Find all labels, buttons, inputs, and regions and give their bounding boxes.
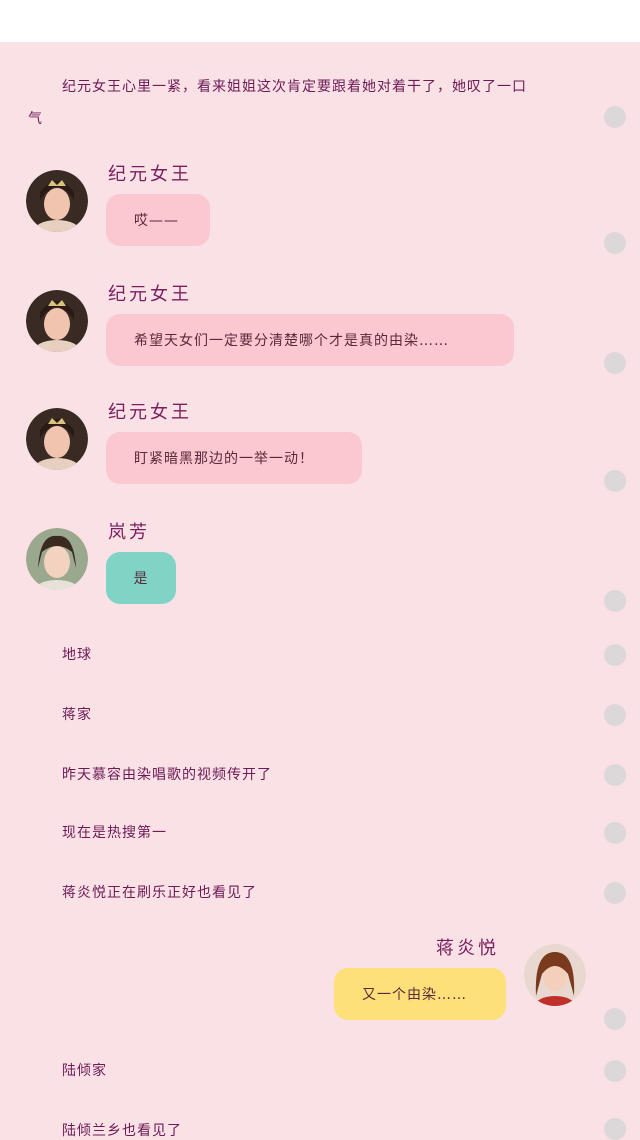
sender-name: 岚芳 — [108, 522, 150, 543]
message-bubble[interactable]: 是 — [106, 552, 176, 604]
message-bubble[interactable]: 哎—— — [106, 194, 210, 246]
paragraph-comment-dot[interactable] — [604, 590, 626, 612]
paragraph-comment-dot[interactable] — [604, 470, 626, 492]
sender-name: 纪元女王 — [108, 284, 192, 305]
paragraph-comment-dot[interactable] — [604, 1060, 626, 1082]
status-bar — [0, 0, 640, 42]
paragraph-comment-dot[interactable] — [604, 1118, 626, 1140]
narration-line: 现在是热搜第一 — [62, 825, 167, 841]
paragraph-comment-dot[interactable] — [604, 644, 626, 666]
avatar-queen[interactable] — [26, 290, 88, 352]
paragraph-comment-dot[interactable] — [604, 704, 626, 726]
narration-line: 纪元女王心里一紧，看来姐姐这次肯定要跟着她对着干了，她叹了一口 — [62, 79, 527, 95]
paragraph-comment-dot[interactable] — [604, 352, 626, 374]
narration-line: 昨天慕容由染唱歌的视频传开了 — [62, 767, 272, 783]
narration-line-continued: 气 — [28, 111, 43, 127]
paragraph-comment-dot[interactable] — [604, 822, 626, 844]
narration-line: 蒋家 — [62, 707, 92, 723]
avatar-queen[interactable] — [26, 170, 88, 232]
avatar-lanfang[interactable] — [26, 528, 88, 590]
narration-line: 地球 — [62, 647, 92, 663]
paragraph-comment-dot[interactable] — [604, 232, 626, 254]
message-bubble[interactable]: 盯紧暗黑那边的一举一动！ — [106, 432, 362, 484]
avatar-queen[interactable] — [26, 408, 88, 470]
sender-name: 纪元女王 — [108, 164, 192, 185]
paragraph-comment-dot[interactable] — [604, 1008, 626, 1030]
narration-line: 陆倾家 — [62, 1063, 107, 1079]
paragraph-comment-dot[interactable] — [604, 106, 626, 128]
paragraph-comment-dot[interactable] — [604, 882, 626, 904]
message-bubble-right[interactable]: 又一个由染…… — [334, 968, 506, 1020]
narration-line: 陆倾兰乡也看见了 — [62, 1123, 182, 1139]
sender-name-right: 蒋炎悦 — [436, 938, 499, 959]
avatar-jiang-yanyue[interactable] — [524, 944, 586, 1006]
narration-line: 蒋炎悦正在刷乐正好也看见了 — [62, 885, 257, 901]
message-bubble[interactable]: 希望天女们一定要分清楚哪个才是真的由染…… — [106, 314, 514, 366]
sender-name: 纪元女王 — [108, 402, 192, 423]
paragraph-comment-dot[interactable] — [604, 764, 626, 786]
chat-story-content[interactable]: 纪元女王心里一紧，看来姐姐这次肯定要跟着她对着干了，她叹了一口 气 纪元女王 哎… — [0, 42, 640, 1140]
